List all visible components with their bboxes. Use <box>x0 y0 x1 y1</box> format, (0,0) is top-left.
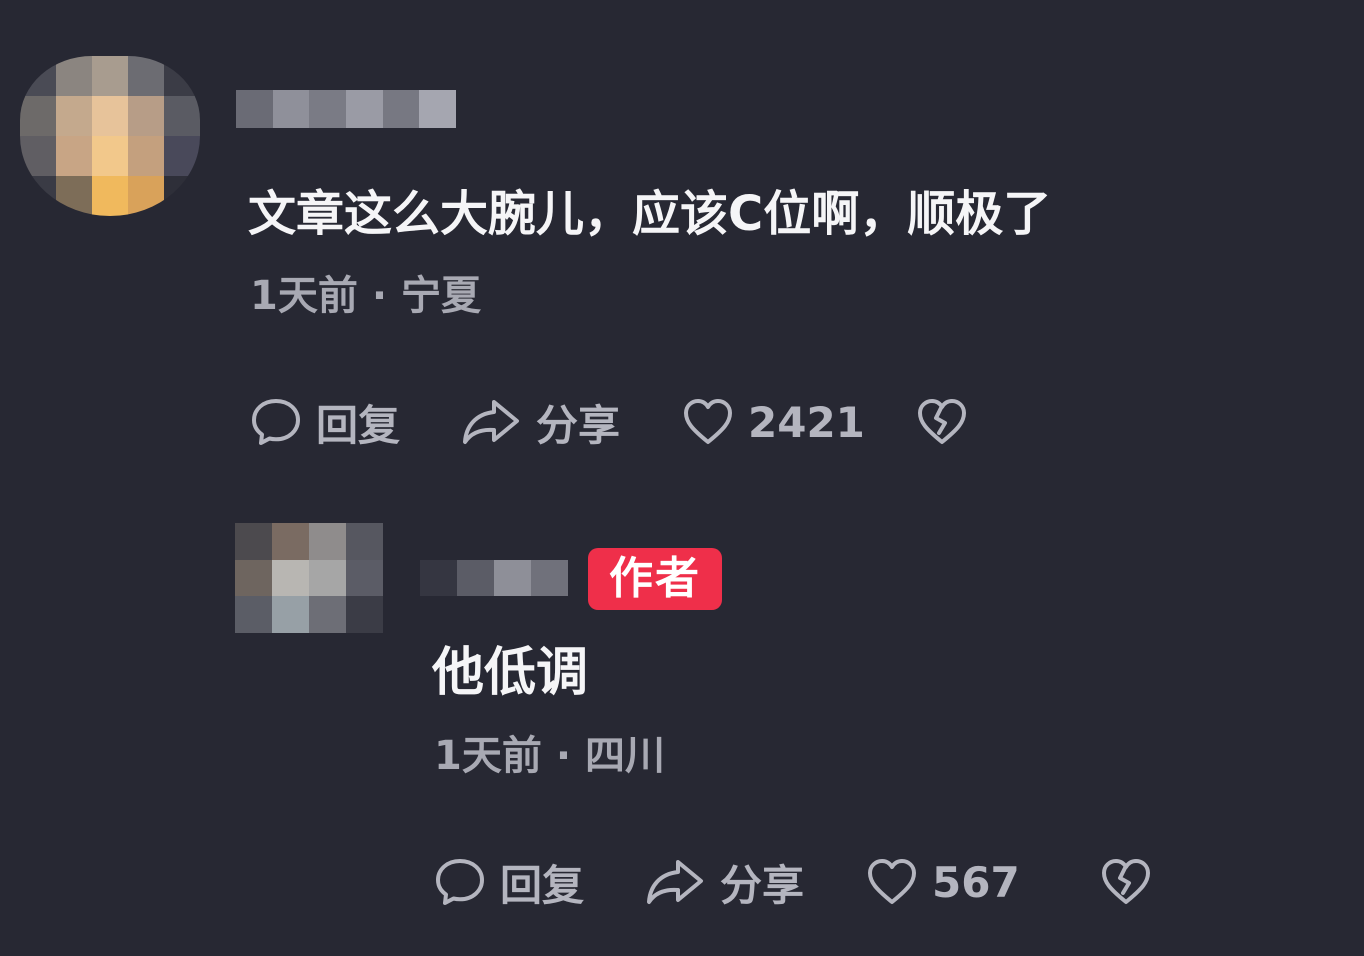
mosaic-pixel <box>56 96 92 136</box>
mosaic-pixel <box>272 559 309 597</box>
mosaic-pixel <box>20 136 56 176</box>
comment-location: 四川 <box>585 733 666 779</box>
mosaic-pixel <box>164 96 200 136</box>
share-arrow-icon <box>463 400 519 444</box>
comment-time: 1天前 <box>434 733 542 779</box>
mosaic-pixel <box>56 136 92 176</box>
like-count: 567 <box>932 857 1020 907</box>
reply-button[interactable]: 回复 <box>434 852 644 912</box>
mosaic-pixel <box>128 136 164 176</box>
meta-separator: · <box>371 273 388 319</box>
mosaic-pixel <box>309 523 346 560</box>
mosaic-pixel <box>56 56 92 96</box>
author-badge: 作者 <box>588 548 722 610</box>
share-arrow-icon <box>647 860 703 904</box>
username-blurred[interactable] <box>236 90 456 128</box>
mosaic-pixel <box>56 176 92 216</box>
like-button[interactable]: 2421 <box>682 392 916 452</box>
comment-time: 1天前 <box>250 273 358 319</box>
comment-meta: 1天前 · 宁夏 <box>250 270 481 322</box>
dislike-button[interactable] <box>916 392 968 452</box>
mosaic-pixel <box>128 96 164 136</box>
reply-label: 回复 <box>500 860 585 910</box>
mosaic-pixel <box>309 90 346 128</box>
share-label: 分享 <box>536 400 621 450</box>
mosaic-pixel <box>346 559 383 597</box>
mosaic-pixel <box>236 90 273 128</box>
username-blurred[interactable] <box>420 560 568 596</box>
comment-text: 他低调 <box>432 643 589 703</box>
mosaic-pixel <box>494 560 531 596</box>
mosaic-pixel <box>531 560 568 596</box>
mosaic-pixel <box>272 90 310 128</box>
share-button[interactable]: 分享 <box>644 852 866 912</box>
mosaic-pixel <box>346 90 383 128</box>
dislike-button[interactable] <box>1100 852 1152 912</box>
broken-heart-icon <box>1102 859 1150 904</box>
mosaic-pixel <box>309 559 346 597</box>
mosaic-pixel <box>457 560 494 596</box>
mosaic-pixel <box>382 90 420 128</box>
heart-icon <box>868 859 916 904</box>
mosaic-pixel <box>20 96 56 136</box>
share-button[interactable]: 分享 <box>460 392 682 452</box>
mosaic-pixel <box>92 56 128 96</box>
mosaic-pixel <box>92 176 128 216</box>
comment-bubble-icon <box>436 859 484 905</box>
mosaic-pixel <box>164 176 200 216</box>
mosaic-pixel <box>235 596 272 633</box>
mosaic-pixel <box>164 136 200 176</box>
mosaic-pixel <box>20 56 56 96</box>
mosaic-pixel <box>92 96 128 136</box>
reply-button[interactable]: 回复 <box>250 392 460 452</box>
mosaic-pixel <box>346 596 383 633</box>
like-button[interactable]: 567 <box>866 852 1100 912</box>
mosaic-pixel <box>20 176 56 216</box>
mosaic-pixel <box>92 136 128 176</box>
comment-bubble-icon <box>252 399 300 445</box>
avatar[interactable] <box>20 56 200 216</box>
mosaic-pixel <box>272 523 309 560</box>
mosaic-pixel <box>420 560 457 596</box>
comment-actions: 回复 分享 567 <box>434 852 1152 912</box>
mosaic-pixel <box>309 596 346 633</box>
mosaic-pixel <box>128 176 164 216</box>
mosaic-pixel <box>272 596 309 633</box>
mosaic-pixel <box>419 90 456 128</box>
broken-heart-icon <box>918 399 966 444</box>
mosaic-pixel <box>164 56 200 96</box>
mosaic-pixel <box>346 523 383 560</box>
comment-actions: 回复 分享 2421 <box>250 392 968 452</box>
avatar[interactable] <box>235 523 383 633</box>
reply-label: 回复 <box>316 400 401 450</box>
comment-location: 宁夏 <box>401 273 482 319</box>
comment-meta: 1天前 · 四川 <box>434 730 665 782</box>
mosaic-pixel <box>235 523 272 560</box>
meta-separator: · <box>555 733 572 779</box>
mosaic-pixel <box>235 559 272 597</box>
share-label: 分享 <box>720 860 805 910</box>
heart-icon <box>684 399 732 444</box>
comment-text: 文章这么大腕儿，应该C位啊，顺极了 <box>248 186 1052 242</box>
like-count: 2421 <box>748 397 865 447</box>
mosaic-pixel <box>128 56 164 96</box>
